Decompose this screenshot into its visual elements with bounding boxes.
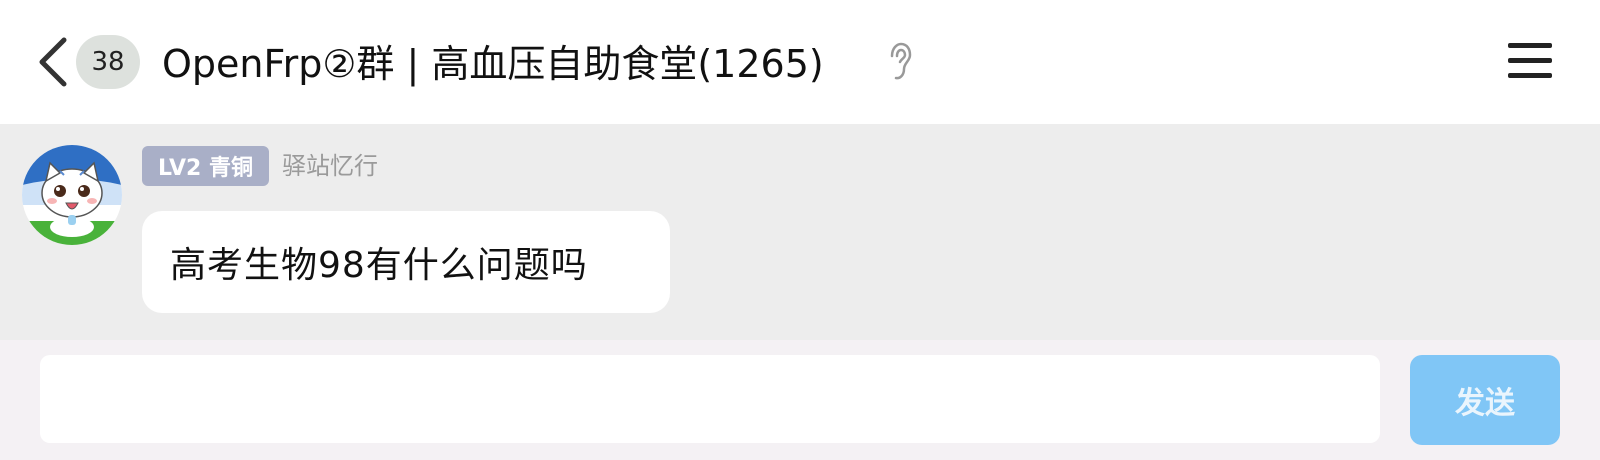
message-text: 高考生物98有什么问题吗 xyxy=(170,245,588,286)
cat-avatar-icon xyxy=(22,145,122,245)
send-button[interactable]: 发送 xyxy=(1410,355,1560,445)
level-badge: LV2 青铜 xyxy=(142,146,269,186)
back-chevron-icon[interactable] xyxy=(36,36,70,88)
message-input[interactable] xyxy=(40,355,1380,443)
menu-icon[interactable] xyxy=(1508,41,1552,81)
group-title: OpenFrp②群 | 高血压自助食堂(1265) xyxy=(162,42,824,86)
avatar[interactable] xyxy=(22,145,122,245)
sender-name[interactable]: 驿站忆行 xyxy=(282,148,378,184)
ear-icon[interactable] xyxy=(887,42,913,82)
chat-message-area: LV2 青铜 驿站忆行 高考生物98有什么问题吗 xyxy=(0,124,1600,340)
composer-bar: 发送 xyxy=(0,340,1600,460)
unread-count-badge[interactable]: 38 xyxy=(76,35,140,89)
message-bubble[interactable]: 高考生物98有什么问题吗 xyxy=(142,211,670,313)
chat-header: 38 OpenFrp②群 | 高血压自助食堂(1265) xyxy=(0,0,1600,124)
